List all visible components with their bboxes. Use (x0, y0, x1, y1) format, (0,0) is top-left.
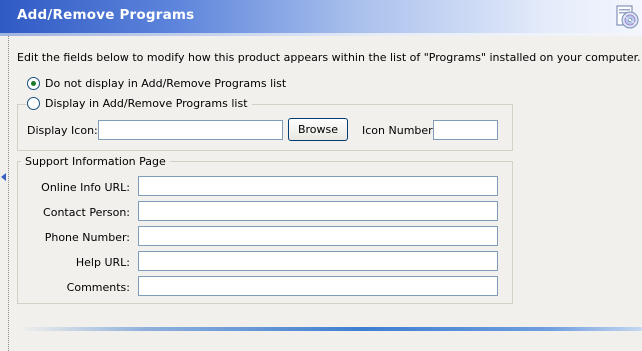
display-options-group: Display Icon: Browse Icon Number: (17, 104, 513, 151)
radio-do-not-display[interactable]: Do not display in Add/Remove Programs li… (27, 76, 286, 90)
collapse-arrow-icon[interactable] (1, 173, 6, 181)
description-text: Edit the fields below to modify how this… (17, 51, 641, 64)
header-divider (0, 33, 642, 36)
contact-person-label: Contact Person: (43, 206, 130, 219)
radio-checked-icon[interactable] (27, 76, 40, 90)
cd-install-icon (616, 5, 639, 29)
support-info-group-title: Support Information Page (21, 155, 170, 168)
comments-input[interactable] (138, 276, 498, 296)
radio-display[interactable]: Display in Add/Remove Programs list (27, 96, 252, 110)
phone-number-input[interactable] (138, 226, 498, 246)
phone-number-label: Phone Number: (44, 231, 130, 244)
display-icon-input[interactable] (98, 120, 283, 140)
left-margin-strip (0, 36, 9, 351)
radio-do-not-display-label: Do not display in Add/Remove Programs li… (45, 76, 287, 90)
comments-label: Comments: (66, 281, 130, 294)
page-header: Add/Remove Programs (0, 0, 642, 33)
radio-display-label: Display in Add/Remove Programs list (45, 96, 248, 110)
page-title: Add/Remove Programs (17, 7, 195, 23)
radio-unchecked-icon[interactable] (27, 96, 40, 110)
display-icon-label: Display Icon: (27, 124, 98, 137)
contact-person-input[interactable] (138, 201, 498, 221)
online-info-url-label: Online Info URL: (41, 181, 130, 194)
footer-divider (20, 327, 642, 331)
support-info-group: Support Information Page Online Info URL… (17, 155, 513, 304)
icon-number-label: Icon Number: (362, 124, 437, 137)
help-url-label: Help URL: (75, 256, 130, 269)
browse-button[interactable]: Browse (288, 118, 348, 141)
icon-number-input[interactable] (433, 120, 498, 140)
online-info-url-input[interactable] (138, 176, 498, 196)
help-url-input[interactable] (138, 251, 498, 271)
